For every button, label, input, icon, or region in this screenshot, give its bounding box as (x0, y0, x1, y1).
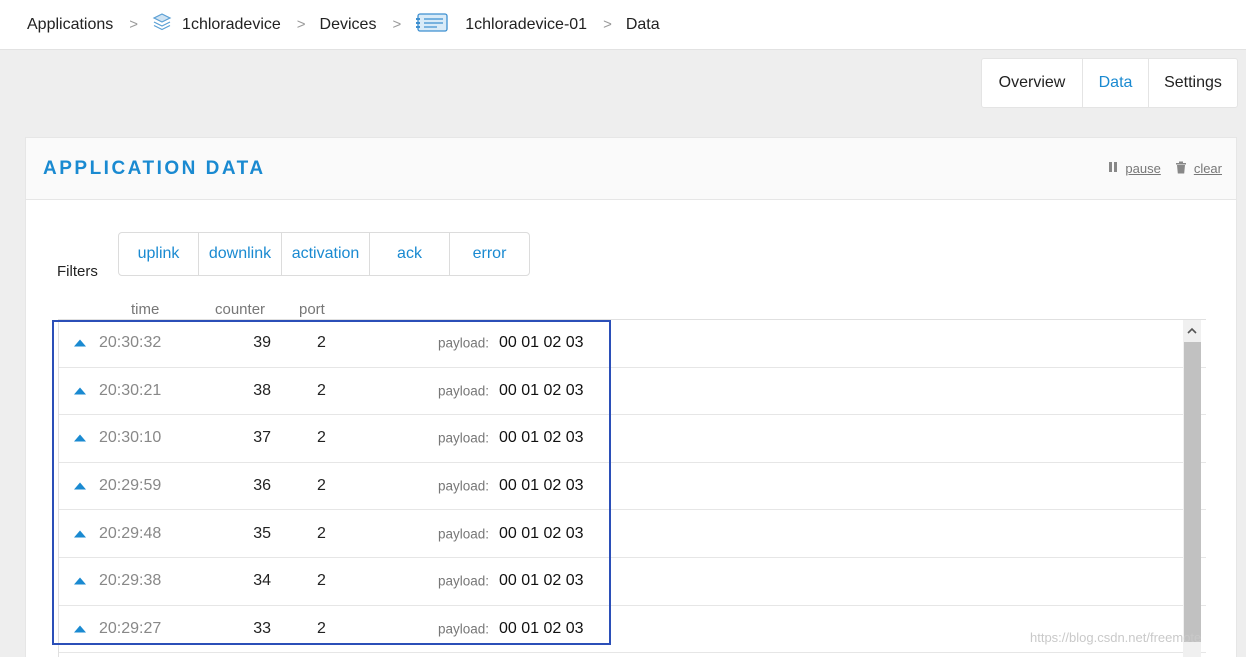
breadcrumb-separator: > (603, 16, 612, 33)
breadcrumb-device[interactable]: 1chloradevice-01 (415, 11, 587, 38)
row-payload: 00 01 02 03 (499, 429, 584, 447)
breadcrumb-separator: > (129, 16, 139, 33)
breadcrumb-label: Applications (27, 15, 114, 33)
list-item[interactable]: 20:30:21 38 2 payload: 00 01 02 03 (59, 368, 1206, 416)
uplink-arrow-icon (74, 434, 86, 442)
row-payload-label: payload: (438, 526, 490, 542)
uplink-arrow-icon (74, 577, 86, 585)
clear-label: clear (1193, 161, 1222, 176)
row-port: 2 (317, 524, 326, 542)
uplink-arrow-icon (74, 530, 86, 538)
breadcrumb-applications[interactable]: Applications (27, 16, 113, 34)
panel-header: APPLICATION DATA pause clear (26, 138, 1236, 200)
row-payload-label: payload: (438, 383, 490, 399)
list-item[interactable]: 20:30:32 39 2 payload: 00 01 02 03 (59, 320, 1206, 368)
row-counter: 37 (253, 429, 271, 447)
list-item[interactable]: 20:29:38 34 2 payload: 00 01 02 03 (59, 558, 1206, 606)
filter-group: uplink downlink activation ack error (118, 232, 530, 276)
breadcrumb-application[interactable]: 1chloradevice (152, 12, 281, 37)
breadcrumb-label: Devices (319, 15, 377, 33)
tab-data[interactable]: Data (1083, 59, 1149, 107)
device-icon (415, 11, 449, 38)
row-port: 2 (317, 334, 326, 352)
uplink-arrow-icon (74, 339, 86, 347)
row-payload-label: payload: (438, 621, 490, 637)
filter-uplink[interactable]: uplink (119, 233, 199, 275)
row-time: 20:29:59 (99, 477, 162, 495)
row-counter: 38 (253, 381, 271, 399)
row-port: 2 (317, 429, 326, 447)
panel-title: APPLICATION DATA (43, 157, 266, 179)
pause-label: pause (1125, 161, 1161, 176)
layers-icon (152, 12, 172, 37)
pause-icon (1108, 161, 1118, 176)
breadcrumb-data: Data (626, 16, 660, 34)
row-port: 2 (317, 572, 326, 590)
pause-button[interactable]: pause (1108, 161, 1161, 176)
filter-error[interactable]: error (450, 233, 529, 275)
list-item[interactable]: 20:29:59 36 2 payload: 00 01 02 03 (59, 463, 1206, 511)
column-header-port: port (299, 301, 325, 318)
row-counter: 33 (253, 619, 271, 637)
uplink-arrow-icon (74, 482, 86, 490)
row-payload: 00 01 02 03 (499, 477, 584, 495)
row-payload: 00 01 02 03 (499, 572, 584, 590)
row-payload: 00 01 02 03 (499, 334, 584, 352)
row-payload: 00 01 02 03 (499, 524, 584, 542)
row-payload-label: payload: (438, 478, 490, 494)
row-time: 20:29:48 (99, 524, 162, 542)
scrollbar-thumb[interactable] (1184, 342, 1201, 642)
tab-settings[interactable]: Settings (1149, 59, 1237, 107)
trash-icon (1175, 161, 1187, 177)
row-counter: 35 (253, 524, 271, 542)
row-counter: 36 (253, 477, 271, 495)
breadcrumb-label: 1chloradevice-01 (465, 15, 588, 33)
column-header-counter: counter (215, 301, 266, 318)
scroll-up-icon[interactable] (1183, 320, 1201, 340)
breadcrumb-label: Data (625, 15, 660, 33)
breadcrumb-separator: > (392, 16, 402, 33)
filters-label: Filters (57, 263, 98, 280)
breadcrumb-separator: > (296, 16, 306, 33)
panel-actions: pause clear (1094, 161, 1222, 177)
row-time: 20:30:10 (99, 429, 162, 447)
row-port: 2 (317, 477, 326, 495)
device-tabs: Overview Data Settings (981, 58, 1238, 108)
watermark: https://blog.csdn.net/freemote (1030, 630, 1202, 645)
application-data-panel: APPLICATION DATA pause clear Filters upl… (25, 137, 1237, 657)
list-item[interactable]: 20:30:10 37 2 payload: 00 01 02 03 (59, 415, 1206, 463)
row-port: 2 (317, 619, 326, 637)
row-payload: 00 01 02 03 (499, 381, 584, 399)
row-counter: 34 (253, 572, 271, 590)
row-payload: 00 01 02 03 (499, 619, 584, 637)
breadcrumb-devices[interactable]: Devices (320, 16, 377, 34)
row-payload-label: payload: (438, 335, 490, 351)
row-time: 20:30:32 (99, 334, 162, 352)
clear-button[interactable]: clear (1175, 161, 1222, 177)
row-port: 2 (317, 381, 326, 399)
uplink-arrow-icon (74, 625, 86, 633)
list-item[interactable]: 20:29:48 35 2 payload: 00 01 02 03 (59, 510, 1206, 558)
row-counter: 39 (253, 334, 271, 352)
row-time: 20:30:21 (99, 381, 162, 399)
row-time: 20:29:27 (99, 619, 162, 637)
uplink-arrow-icon (74, 387, 86, 395)
filter-ack[interactable]: ack (370, 233, 450, 275)
breadcrumb-label: 1chloradevice (182, 15, 281, 33)
filter-downlink[interactable]: downlink (199, 233, 282, 275)
breadcrumb: Applications > 1chloradevice > Devices > (0, 0, 1246, 50)
tab-overview[interactable]: Overview (982, 59, 1083, 107)
row-payload-label: payload: (438, 573, 490, 589)
row-payload-label: payload: (438, 430, 490, 446)
column-header-time: time (131, 301, 160, 318)
list-scrollbar[interactable] (1183, 320, 1201, 657)
data-list: 20:30:32 39 2 payload: 00 01 02 03 20:30… (58, 319, 1206, 657)
row-time: 20:29:38 (99, 572, 162, 590)
filter-activation[interactable]: activation (282, 233, 370, 275)
